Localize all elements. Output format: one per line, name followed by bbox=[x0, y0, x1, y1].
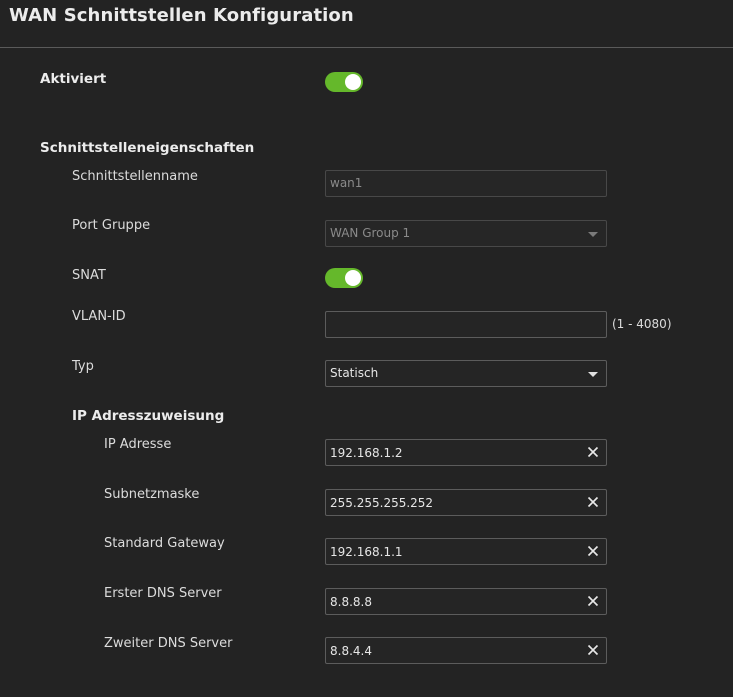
enabled-toggle[interactable] bbox=[325, 72, 363, 92]
snat-toggle[interactable] bbox=[325, 268, 363, 288]
dns1-input[interactable] bbox=[326, 589, 576, 614]
type-select[interactable]: Statisch bbox=[325, 360, 607, 387]
gateway-label: Standard Gateway bbox=[104, 536, 225, 551]
vlan-id-range: (1 - 4080) bbox=[612, 317, 672, 331]
snat-label: SNAT bbox=[72, 268, 106, 283]
dns2-label: Zweiter DNS Server bbox=[104, 636, 233, 651]
vlan-id-label: VLAN-ID bbox=[72, 309, 126, 324]
port-group-value: WAN Group 1 bbox=[330, 226, 411, 240]
subnet-mask-label: Subnetzmaske bbox=[104, 487, 200, 502]
ip-address-label: IP Adresse bbox=[104, 437, 172, 452]
vlan-id-field[interactable] bbox=[325, 311, 607, 338]
clear-icon[interactable] bbox=[587, 446, 599, 458]
clear-icon[interactable] bbox=[587, 644, 599, 656]
port-group-select: WAN Group 1 bbox=[325, 220, 607, 247]
subnet-mask-field[interactable] bbox=[325, 489, 607, 516]
ip-assignment-heading: IP Adresszuweisung bbox=[72, 408, 225, 424]
enabled-label: Aktiviert bbox=[40, 71, 107, 87]
gateway-input[interactable] bbox=[326, 539, 576, 564]
chevron-down-icon[interactable] bbox=[588, 372, 598, 377]
clear-icon[interactable] bbox=[587, 595, 599, 607]
page-title: WAN Schnittstellen Konfiguration bbox=[9, 5, 354, 26]
vlan-id-input[interactable] bbox=[326, 312, 576, 337]
port-group-label: Port Gruppe bbox=[72, 218, 151, 233]
dns1-field[interactable] bbox=[325, 588, 607, 615]
toggle-knob bbox=[345, 74, 361, 90]
clear-icon[interactable] bbox=[587, 545, 599, 557]
interface-name-label: Schnittstellenname bbox=[72, 169, 198, 184]
dns2-field[interactable] bbox=[325, 637, 607, 664]
interface-name-field: wan1 bbox=[325, 170, 607, 197]
type-value: Statisch bbox=[330, 366, 379, 380]
dns2-input[interactable] bbox=[326, 638, 576, 663]
subnet-mask-input[interactable] bbox=[326, 490, 576, 515]
ip-address-field[interactable] bbox=[325, 439, 607, 466]
toggle-knob bbox=[345, 270, 361, 286]
ip-address-input[interactable] bbox=[326, 440, 576, 465]
gateway-field[interactable] bbox=[325, 538, 607, 565]
dns1-label: Erster DNS Server bbox=[104, 586, 222, 601]
type-label: Typ bbox=[72, 359, 94, 374]
interface-name-value: wan1 bbox=[330, 176, 363, 190]
header-divider bbox=[0, 47, 733, 48]
clear-icon[interactable] bbox=[587, 496, 599, 508]
chevron-down-icon bbox=[588, 232, 598, 237]
properties-heading: Schnittstelleneigenschaften bbox=[40, 140, 255, 156]
